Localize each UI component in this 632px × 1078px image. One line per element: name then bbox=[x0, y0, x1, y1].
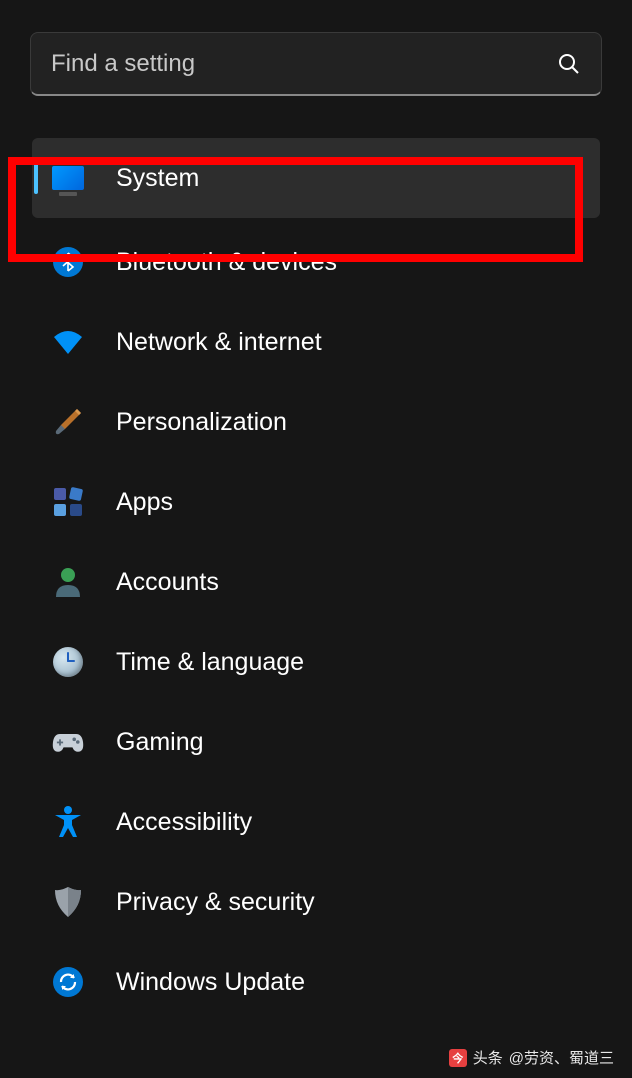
gamepad-icon bbox=[52, 726, 84, 758]
nav-item-windows-update[interactable]: Windows Update bbox=[32, 942, 600, 1022]
person-icon bbox=[52, 566, 84, 598]
nav-item-time-language[interactable]: Time & language bbox=[32, 622, 600, 702]
nav-item-apps[interactable]: Apps bbox=[32, 462, 600, 542]
watermark-text: @劳资、蜀道三 bbox=[509, 1047, 614, 1068]
wifi-icon bbox=[52, 326, 84, 358]
watermark: 今 头条 @劳资、蜀道三 bbox=[449, 1047, 614, 1068]
nav-label: Personalization bbox=[116, 408, 287, 437]
nav-label: Time & language bbox=[116, 648, 304, 677]
nav-item-bluetooth[interactable]: Bluetooth & devices bbox=[32, 222, 600, 302]
brush-icon bbox=[52, 406, 84, 438]
accessibility-icon bbox=[52, 806, 84, 838]
clock-icon bbox=[52, 646, 84, 678]
watermark-logo: 今 bbox=[449, 1049, 467, 1067]
nav-label: Privacy & security bbox=[116, 888, 315, 917]
shield-icon bbox=[52, 886, 84, 918]
search-input[interactable] bbox=[51, 50, 557, 78]
search-icon bbox=[557, 52, 581, 76]
nav-label: Bluetooth & devices bbox=[116, 248, 337, 277]
nav-label: Network & internet bbox=[116, 328, 322, 357]
nav-item-accounts[interactable]: Accounts bbox=[32, 542, 600, 622]
nav-label: System bbox=[116, 164, 199, 193]
nav-label: Apps bbox=[116, 488, 173, 517]
nav-item-gaming[interactable]: Gaming bbox=[32, 702, 600, 782]
settings-nav: System Bluetooth & devices Network & int… bbox=[0, 138, 632, 1022]
nav-label: Accounts bbox=[116, 568, 219, 597]
nav-item-accessibility[interactable]: Accessibility bbox=[32, 782, 600, 862]
watermark-prefix: 头条 bbox=[473, 1047, 503, 1068]
nav-label: Windows Update bbox=[116, 968, 305, 997]
nav-item-network[interactable]: Network & internet bbox=[32, 302, 600, 382]
nav-label: Accessibility bbox=[116, 808, 252, 837]
monitor-icon bbox=[52, 162, 84, 194]
bluetooth-icon bbox=[52, 246, 84, 278]
nav-item-privacy[interactable]: Privacy & security bbox=[32, 862, 600, 942]
apps-icon bbox=[52, 486, 84, 518]
nav-item-personalization[interactable]: Personalization bbox=[32, 382, 600, 462]
nav-item-system[interactable]: System bbox=[32, 138, 600, 218]
search-box[interactable] bbox=[30, 32, 602, 96]
update-icon bbox=[52, 966, 84, 998]
nav-label: Gaming bbox=[116, 728, 204, 757]
